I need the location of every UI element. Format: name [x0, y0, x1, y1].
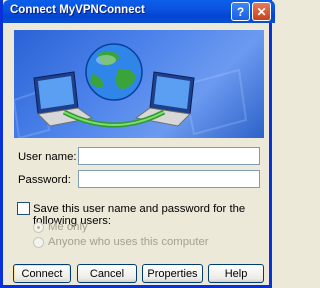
help-button[interactable]: Help	[208, 264, 264, 283]
username-label: User name:	[18, 151, 77, 163]
dialog-window: Connect MyVPNConnect ? ✕ User name: Pass…	[0, 0, 275, 288]
radio-me-only[interactable]	[33, 222, 44, 233]
close-icon[interactable]: ✕	[252, 2, 271, 21]
radio-anyone[interactable]	[33, 237, 44, 248]
username-input[interactable]	[78, 147, 260, 165]
window-title: Connect MyVPNConnect	[10, 4, 145, 16]
properties-button[interactable]: Properties	[142, 264, 203, 283]
save-credentials-checkbox[interactable]	[17, 202, 30, 215]
title-bar[interactable]: Connect MyVPNConnect ? ✕	[3, 0, 275, 23]
radio-anyone-label[interactable]: Anyone who uses this computer	[48, 236, 209, 248]
password-input[interactable]	[78, 170, 260, 188]
cancel-button[interactable]: Cancel	[77, 264, 137, 283]
help-icon[interactable]: ?	[231, 2, 250, 21]
network-globe-laptops-icon	[14, 43, 248, 138]
connect-button[interactable]: Connect	[13, 264, 71, 283]
network-banner	[14, 30, 264, 138]
password-label: Password:	[18, 174, 71, 186]
radio-me-only-label[interactable]: Me only	[48, 221, 88, 233]
